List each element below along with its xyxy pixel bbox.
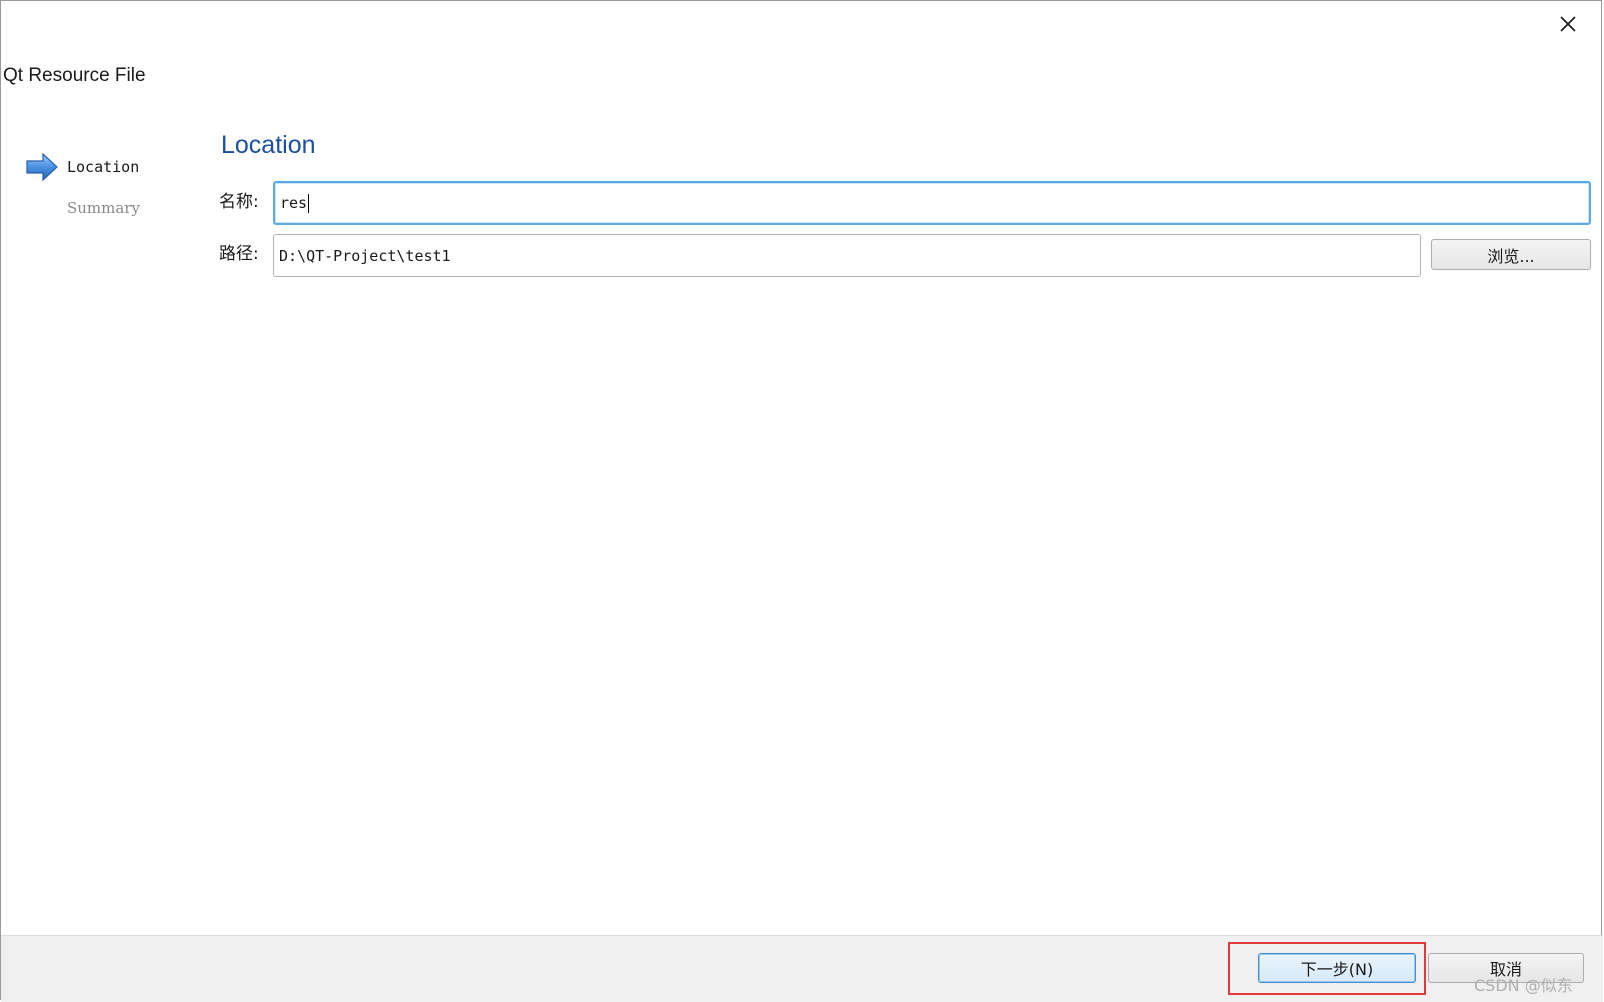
close-icon — [1560, 16, 1576, 32]
wizard-dialog: Qt Resource File Location Summary Locati… — [0, 0, 1603, 1002]
watermark: CSDN @似东 — [1474, 976, 1573, 995]
path-label: 路径: — [219, 244, 259, 264]
step-label-location: Location — [67, 158, 140, 176]
page-heading: Location — [221, 131, 316, 159]
browse-button[interactable]: 浏览... — [1431, 239, 1591, 270]
text-caret — [308, 193, 310, 213]
name-label: 名称: — [219, 192, 259, 212]
window-title: Qt Resource File — [3, 65, 146, 86]
path-input-value: D:\QT-Project\test1 — [279, 246, 451, 265]
next-button[interactable]: 下一步(N) — [1258, 953, 1416, 983]
name-input[interactable]: res — [273, 181, 1591, 225]
step-summary: Summary — [67, 199, 140, 217]
name-input-value: res — [280, 194, 308, 212]
step-location: Location — [25, 151, 139, 183]
path-input[interactable]: D:\QT-Project\test1 — [273, 234, 1421, 277]
close-button[interactable] — [1551, 9, 1585, 39]
arrow-right-icon — [26, 152, 58, 182]
